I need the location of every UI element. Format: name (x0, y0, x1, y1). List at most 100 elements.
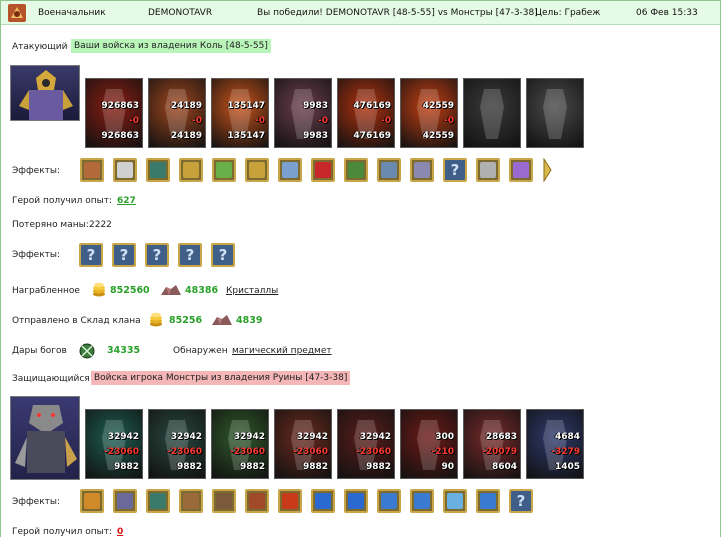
unit-count-end: 24189 (170, 131, 202, 141)
header-goal: Цель: Грабеж (535, 8, 601, 18)
unit-count-start: 32942 (233, 432, 265, 442)
unit-count-loss: -0 (129, 116, 139, 126)
attacker-xp-value[interactable]: 627 (117, 196, 136, 206)
question-mark-glyph: ? (516, 492, 526, 510)
unit-count-loss: -23060 (229, 447, 265, 457)
chest-icon[interactable] (80, 158, 104, 182)
unit-count-start: 42559 (422, 101, 454, 111)
question-icon[interactable]: ? (79, 243, 103, 267)
handshake-icon[interactable] (245, 158, 269, 182)
unit-count-loss: -23060 (103, 447, 139, 457)
unit-count-end: 9882 (176, 462, 202, 472)
attacker-hero-portrait[interactable] (10, 65, 80, 121)
unit-card[interactable]: 135147 -0 135147 (211, 78, 269, 148)
unit-card[interactable]: 32942 -23060 9882 (85, 409, 143, 479)
handshake-icon[interactable] (179, 158, 203, 182)
unit-card[interactable]: 32942 -23060 9882 (148, 409, 206, 479)
unit-count-loss: -23060 (355, 447, 391, 457)
dice-icon[interactable] (113, 158, 137, 182)
mana-label: Потеряно маны: (12, 220, 89, 230)
unit-card[interactable]: 300 -210 90 (400, 409, 458, 479)
loot-label: Награбленное (12, 286, 80, 296)
defender-hero-portrait[interactable] (10, 396, 80, 480)
defender-effects-label: Эффекты: (12, 497, 61, 507)
report-header: Военачальник DEMONOTAVR Вы победили! DEM… (1, 1, 720, 25)
xp-icon[interactable] (311, 158, 335, 182)
unit-count-loss: -0 (255, 116, 265, 126)
creature-icon (480, 89, 504, 139)
potion-icon[interactable] (278, 158, 302, 182)
attacker-troops-label: Ваши войска из владения Коль [48-5-55] (71, 39, 271, 53)
question-icon[interactable]: ? (509, 489, 533, 513)
unit-card[interactable]: 24189 -0 24189 (148, 78, 206, 148)
unit-card[interactable]: 42559 -0 42559 (400, 78, 458, 148)
hammers-icon[interactable] (245, 489, 269, 513)
unit-card[interactable]: 32942 -23060 9882 (337, 409, 395, 479)
unit-card[interactable]: 4684 -3279 1405 (526, 409, 584, 479)
clan-gold-value: 85256 (169, 315, 203, 326)
shield-icon[interactable] (146, 158, 170, 182)
unit-count-start: 32942 (296, 432, 328, 442)
unit-card[interactable]: 926863 -0 926863 (85, 78, 143, 148)
question-mark-glyph: ? (185, 246, 195, 264)
unit-count-start: 32942 (170, 432, 202, 442)
unit-card[interactable]: 32942 -23060 9882 (211, 409, 269, 479)
question-icon[interactable]: ? (443, 158, 467, 182)
creature-icon[interactable] (344, 158, 368, 182)
question-icon[interactable]: ? (145, 243, 169, 267)
attacker-label: Атакующий (12, 42, 68, 52)
sword-icon[interactable] (212, 158, 236, 182)
dragon-icon[interactable] (311, 489, 335, 513)
crossbow-icon[interactable] (113, 489, 137, 513)
lantern-icon[interactable] (80, 489, 104, 513)
defender-xp-value[interactable]: 0 (117, 527, 123, 537)
unit-count-end: 476169 (353, 131, 391, 141)
question-icon[interactable]: ? (112, 243, 136, 267)
rune-icon[interactable] (476, 489, 500, 513)
rune-icon[interactable] (377, 489, 401, 513)
question-mark-glyph: ? (86, 246, 96, 264)
header-result: Вы победили! DEMONOTAVR [48-5-55] vs Мон… (257, 8, 541, 18)
scroll-icon[interactable] (476, 158, 500, 182)
scroll-right-arrow-icon[interactable] (543, 158, 552, 182)
attacker-xp-label: Герой получил опыт: (12, 196, 112, 206)
magic-item-link[interactable]: магический предмет (232, 346, 332, 356)
unit-count-end: 135147 (227, 131, 265, 141)
unit-count-end: 9882 (302, 462, 328, 472)
staff-icon[interactable] (443, 489, 467, 513)
unit-count-start: 9983 (302, 101, 328, 111)
crystals-link[interactable]: Кристаллы (226, 286, 278, 296)
unit-count-end: 90 (441, 462, 454, 472)
dragon-icon[interactable] (344, 489, 368, 513)
rune-icon[interactable] (410, 489, 434, 513)
unit-count-end: 9882 (365, 462, 391, 472)
tome-icon[interactable] (212, 489, 236, 513)
unit-count-loss: -0 (318, 116, 328, 126)
hero-figure-icon (19, 70, 73, 120)
question-icon[interactable]: ? (178, 243, 202, 267)
unit-card[interactable]: 476169 -0 476169 (337, 78, 395, 148)
question-icon[interactable]: ? (211, 243, 235, 267)
unit-count-loss: -0 (444, 116, 454, 126)
gift-orb-icon (79, 343, 95, 359)
claw-icon[interactable] (377, 158, 401, 182)
unit-count-start: 4684 (554, 432, 580, 442)
unit-count-start: 926863 (101, 101, 139, 111)
scorpion-icon[interactable] (410, 158, 434, 182)
unit-card[interactable]: 32942 -23060 9882 (274, 409, 332, 479)
unit-card[interactable]: 9983 -0 9983 (274, 78, 332, 148)
bow-icon[interactable] (509, 158, 533, 182)
clan-warehouse-label: Отправлено в Склад клана (12, 316, 141, 326)
gold-icon (150, 312, 162, 327)
loot-gold-value: 852560 (110, 285, 150, 296)
helmet-icon[interactable] (278, 489, 302, 513)
unit-card[interactable] (463, 78, 521, 148)
beast-hero-icon (15, 405, 77, 473)
book-icon[interactable] (179, 489, 203, 513)
unit-count-start: 135147 (227, 101, 265, 111)
unit-count-loss: -3279 (551, 447, 580, 457)
unit-count-loss: -0 (381, 116, 391, 126)
shield-icon[interactable] (146, 489, 170, 513)
unit-card[interactable]: 28683 -20079 8604 (463, 409, 521, 479)
unit-card[interactable] (526, 78, 584, 148)
